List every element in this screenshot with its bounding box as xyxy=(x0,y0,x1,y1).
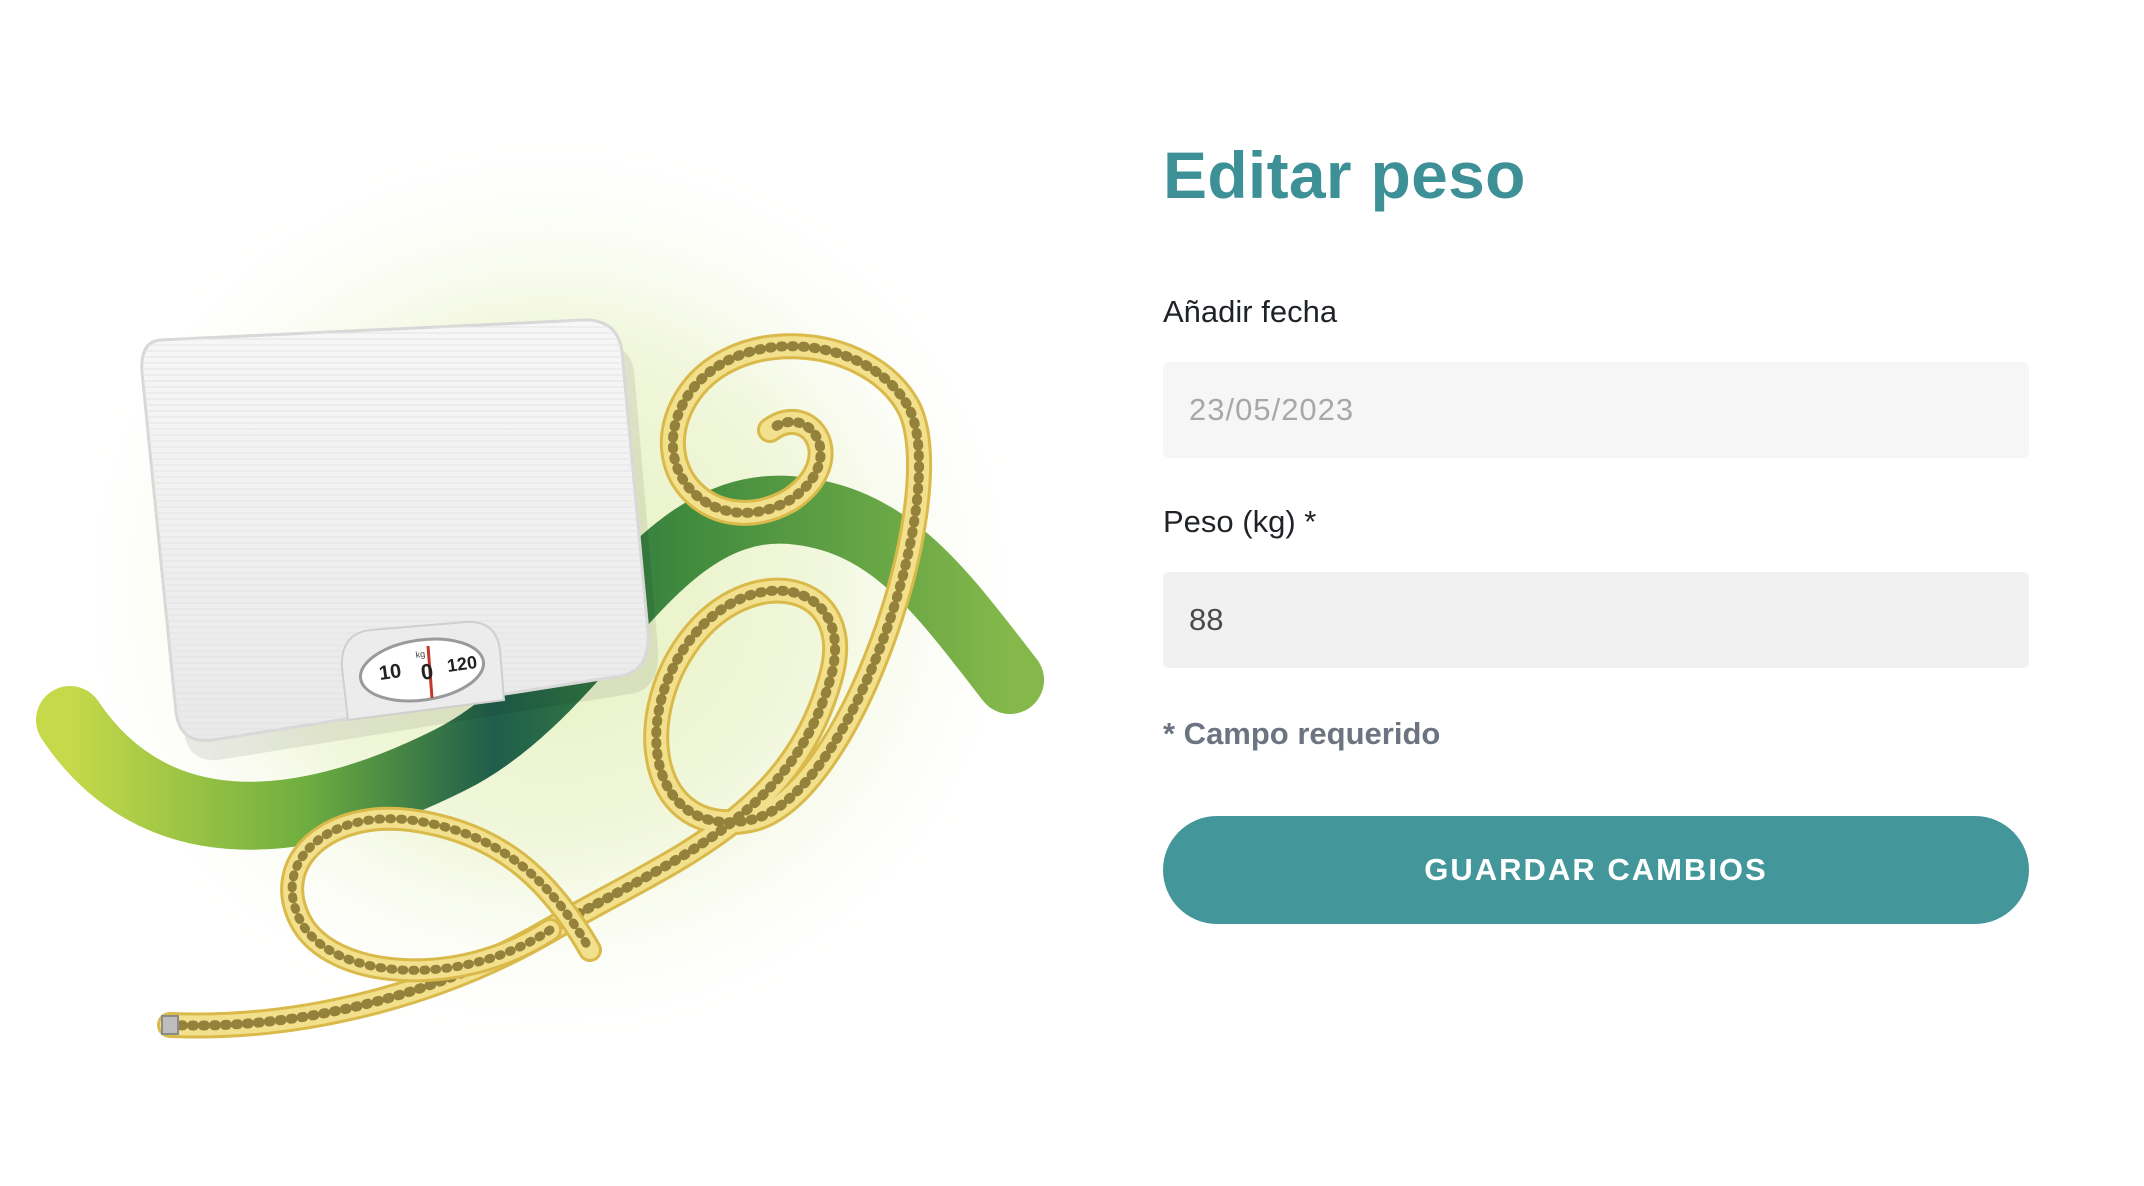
dial-unit: kg xyxy=(415,649,426,660)
bathroom-scale-icon: 10 0 120 kg xyxy=(140,318,650,742)
date-field[interactable] xyxy=(1163,362,2029,458)
required-field-note: * Campo requerido xyxy=(1163,716,1441,751)
dial-right-number: 120 xyxy=(446,652,479,676)
edit-weight-form: Editar peso Añadir fecha Peso (kg) * * C… xyxy=(1163,130,2029,924)
weight-field-label: Peso (kg) * xyxy=(1163,504,1317,539)
weight-field[interactable] xyxy=(1163,572,2029,668)
weight-illustration: 10 0 120 kg xyxy=(30,120,1070,1140)
date-field-label: Añadir fecha xyxy=(1163,294,1338,329)
save-changes-button[interactable]: GUARDAR CAMBIOS xyxy=(1163,816,2029,924)
dial-left-number: 10 xyxy=(378,660,403,685)
page-title: Editar peso xyxy=(1163,138,1526,212)
edit-weight-page: 10 0 120 kg Editar peso Añadir fecha P xyxy=(0,0,2144,1186)
